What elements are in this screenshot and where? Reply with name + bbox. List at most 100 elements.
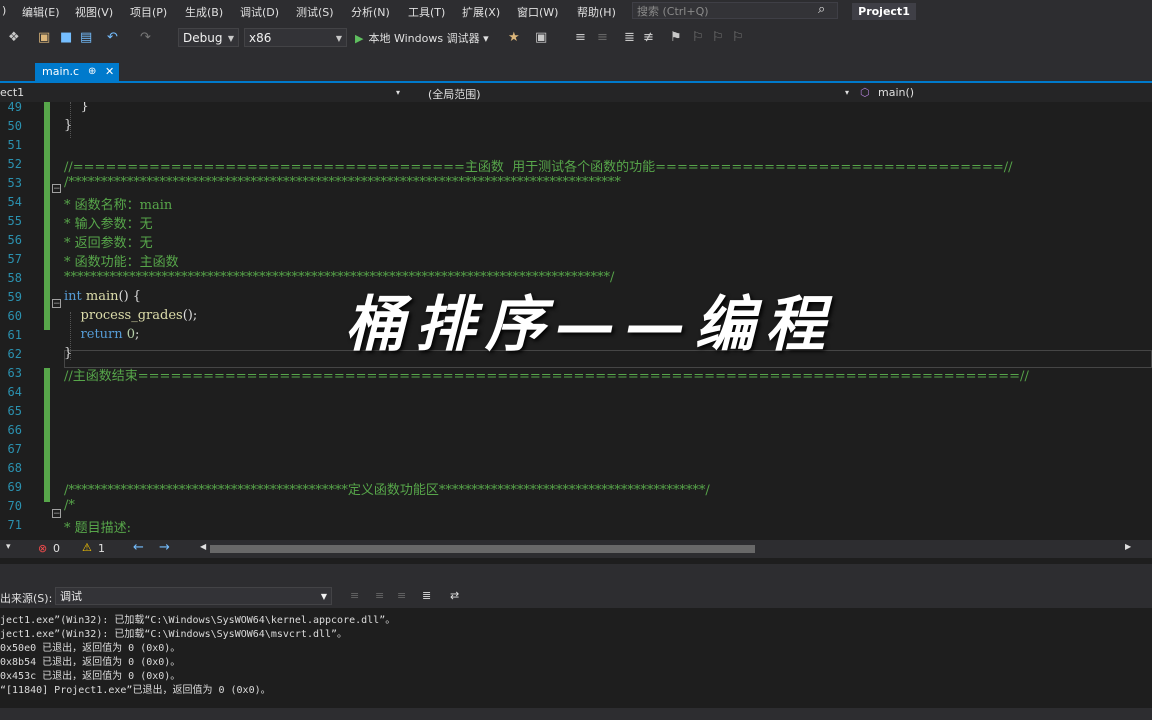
arrow-left-icon[interactable]: ←: [133, 540, 144, 555]
pin-icon[interactable]: ⊕: [88, 63, 96, 81]
find-message-icon[interactable]: ≡: [350, 589, 359, 602]
error-count[interactable]: 0: [53, 542, 60, 555]
chevron-down-icon[interactable]: ▾: [6, 542, 11, 552]
search-input[interactable]: 搜索 (Ctrl+Q): [632, 2, 838, 19]
fold-toggle[interactable]: −: [52, 184, 61, 194]
save-icon[interactable]: ■: [60, 30, 72, 45]
output-source-label: 出来源(S):: [0, 592, 53, 605]
start-debugging-button[interactable]: ▶ 本地 Windows 调试器 ▾: [355, 30, 489, 46]
warning-count[interactable]: 1: [98, 542, 105, 555]
output-line: “[11840] Project1.exe”已退出，返回值为 0 (0x0)。: [0, 685, 271, 696]
clear-bookmarks-icon[interactable]: ⚐: [732, 30, 744, 45]
scroll-left-icon[interactable]: ◀: [200, 542, 206, 551]
platform-value: x86: [249, 31, 272, 45]
line-number: 71: [7, 518, 22, 532]
line-number: 65: [7, 404, 22, 418]
menu-item-help[interactable]: 帮助(H): [577, 4, 616, 20]
configuration-value: Debug: [183, 31, 223, 45]
menu-item-build[interactable]: 生成(B): [185, 4, 223, 20]
bottom-scrollbar: [0, 708, 1152, 720]
clear-all-icon[interactable]: ≣: [422, 589, 431, 602]
menu-item-file[interactable]: ): [2, 4, 6, 17]
new-project-icon[interactable]: ❖: [8, 30, 20, 45]
line-number: 67: [7, 442, 22, 456]
code-line[interactable]: process_grades();: [64, 308, 198, 323]
open-folder-icon[interactable]: ▣: [38, 30, 50, 45]
change-indicator: [44, 102, 50, 330]
code-line[interactable]: }: [64, 346, 72, 361]
step-over-icon[interactable]: ≡: [597, 30, 608, 45]
line-number: 59: [7, 290, 22, 304]
line-number: 69: [7, 480, 22, 494]
line-number: 55: [7, 214, 22, 228]
line-number: 56: [7, 233, 22, 247]
chevron-down-icon[interactable]: ▾: [396, 88, 400, 97]
undo-icon[interactable]: ↶: [107, 30, 118, 45]
search-icon[interactable]: ⌕: [818, 2, 825, 17]
tab-label: main.c: [42, 65, 80, 78]
code-line[interactable]: * 题目描述:: [64, 517, 131, 536]
code-line[interactable]: }: [64, 102, 89, 114]
code-line[interactable]: /***************************************…: [64, 175, 621, 190]
outdent-icon[interactable]: ≢: [643, 30, 654, 45]
next-message-icon[interactable]: ≡: [397, 589, 406, 602]
member-dropdown[interactable]: main(): [878, 86, 914, 99]
word-wrap-icon[interactable]: ⇄: [450, 589, 459, 602]
menu-item-extensions[interactable]: 扩展(X): [462, 4, 500, 20]
line-number: 61: [7, 328, 22, 342]
indent-icon[interactable]: ≣: [624, 30, 635, 45]
error-icon: ⊗: [38, 542, 48, 555]
arrow-right-icon[interactable]: →: [159, 540, 170, 555]
menu-item-project[interactable]: 项目(P): [130, 4, 167, 20]
output-line: 0x453c 已退出，返回值为 0 (0x0)。: [0, 671, 181, 682]
step-icon[interactable]: ≡: [575, 30, 586, 45]
prev-message-icon[interactable]: ≡: [375, 589, 384, 602]
output-line: 0x50e0 已退出，返回值为 0 (0x0)。: [0, 643, 181, 654]
play-icon: ▶: [355, 32, 364, 45]
tab-main-c[interactable]: main.c ⊕ ✕: [35, 63, 119, 81]
code-line[interactable]: * 输入参数：无: [64, 213, 153, 232]
next-bookmark-icon[interactable]: ⚐: [712, 30, 724, 45]
configuration-select[interactable]: Debug ▼: [178, 28, 239, 47]
line-number: 62: [7, 347, 22, 361]
code-line[interactable]: int main() {: [64, 289, 141, 304]
output-source-select[interactable]: 调试 ▼: [55, 587, 332, 605]
scope-dropdown[interactable]: (全局范围): [428, 86, 481, 102]
redo-icon[interactable]: ↷: [140, 30, 151, 45]
code-line[interactable]: }: [64, 118, 72, 133]
bookmark-icon[interactable]: ⚑: [670, 30, 682, 45]
code-line[interactable]: * 函数名称：main: [64, 194, 172, 213]
line-number: 54: [7, 195, 22, 209]
horizontal-scrollbar-thumb[interactable]: [210, 545, 755, 553]
output-line: 0x8b54 已退出，返回值为 0 (0x0)。: [0, 657, 181, 668]
code-line[interactable]: /***************************************…: [64, 479, 710, 498]
code-line[interactable]: return 0;: [64, 327, 140, 342]
menu-item-debug[interactable]: 调试(D): [240, 4, 279, 20]
platform-select[interactable]: x86 ▼: [244, 28, 347, 47]
menu-item-tools[interactable]: 工具(T): [408, 4, 445, 20]
hot-reload-icon[interactable]: ★: [508, 30, 520, 45]
line-number: 64: [7, 385, 22, 399]
fold-toggle[interactable]: −: [52, 509, 61, 519]
fold-toggle[interactable]: −: [52, 299, 61, 309]
screenshot-icon[interactable]: ▣: [535, 30, 547, 45]
menu-item-window[interactable]: 窗口(W): [517, 4, 558, 20]
prev-bookmark-icon[interactable]: ⚐: [692, 30, 704, 45]
save-all-icon[interactable]: ▤: [80, 30, 92, 45]
code-line[interactable]: * 返回参数：无: [64, 232, 153, 251]
output-text-area[interactable]: ject1.exe”(Win32): 已加载“C:\Windows\SysWOW…: [0, 608, 1152, 708]
line-number: 60: [7, 309, 22, 323]
code-line[interactable]: /*: [64, 498, 75, 513]
close-icon[interactable]: ✕: [105, 63, 114, 81]
output-source-value: 调试: [60, 590, 82, 603]
scroll-right-icon[interactable]: ▶: [1125, 542, 1131, 551]
menu-item-test[interactable]: 测试(S): [296, 4, 334, 20]
code-line[interactable]: //主函数结束=================================…: [64, 365, 1029, 384]
menu-item-edit[interactable]: 编辑(E): [22, 4, 60, 20]
menu-item-view[interactable]: 视图(V): [75, 4, 113, 20]
chevron-down-icon[interactable]: ▾: [845, 88, 849, 97]
code-line[interactable]: * 函数功能：主函数: [64, 251, 179, 270]
code-line[interactable]: //====================================主函…: [64, 156, 1012, 175]
menu-item-analyze[interactable]: 分析(N): [351, 4, 390, 20]
project-dropdown[interactable]: ect1: [0, 86, 24, 99]
